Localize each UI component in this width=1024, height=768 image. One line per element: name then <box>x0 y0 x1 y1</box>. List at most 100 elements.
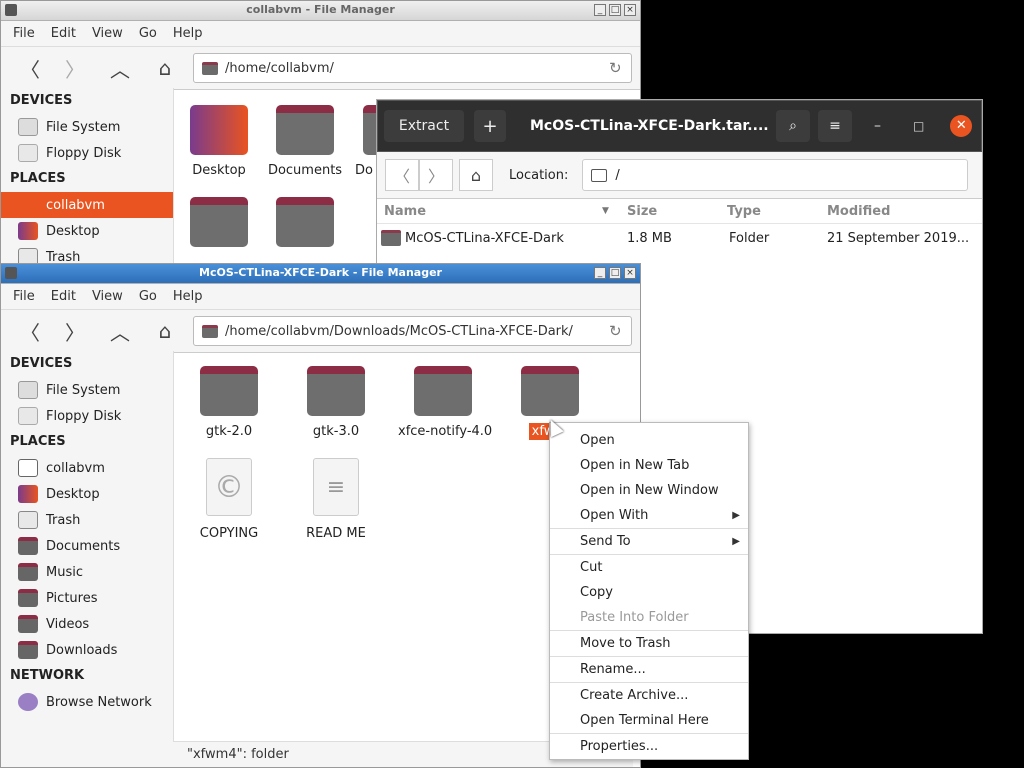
back-toolbar: 〈 〉 ︿ ⌂ /home/collabvm/ ↻ <box>1 47 640 90</box>
col-type[interactable]: Type <box>727 204 827 219</box>
nav-back-icon[interactable]: 〈 <box>385 159 419 191</box>
file-item-documents[interactable]: Documents <box>260 105 350 178</box>
menu-go[interactable]: Go <box>131 289 165 304</box>
menu-icon[interactable]: ≡ <box>818 110 852 142</box>
menu-item-cut[interactable]: Cut <box>550 555 748 580</box>
file-item-gtk3[interactable]: gtk-3.0 <box>291 366 381 439</box>
menu-edit[interactable]: Edit <box>43 26 84 41</box>
menu-item-send-to[interactable]: Send To ▶ <box>550 529 748 554</box>
folder-icon <box>202 324 218 338</box>
desktop-folder-icon <box>18 485 38 503</box>
sidebar-item-trash[interactable]: Trash <box>1 507 173 533</box>
music-folder-icon <box>18 563 38 581</box>
file-item-xfce-notify[interactable]: xfce-notify-4.0 <box>398 366 492 439</box>
maximize-icon[interactable]: □ <box>913 119 924 133</box>
nav-forward-icon[interactable]: 〉 <box>419 159 453 191</box>
front-file-manager-window: McOS-CTLina-XFCE-Dark - File Manager _ □… <box>0 263 641 768</box>
menu-edit[interactable]: Edit <box>43 289 84 304</box>
sidebar-item-file-system[interactable]: File System <box>1 114 173 140</box>
front-titlebar[interactable]: McOS-CTLina-XFCE-Dark - File Manager _ □… <box>1 264 640 284</box>
sidebar-item-desktop[interactable]: Desktop <box>1 218 173 244</box>
home-folder-icon <box>18 196 38 214</box>
reload-icon[interactable]: ↻ <box>609 59 631 77</box>
minimize-icon[interactable]: – <box>874 118 881 134</box>
sidebar-item-documents[interactable]: Documents <box>1 533 173 559</box>
location-field[interactable]: / <box>582 159 969 191</box>
sidebar-item-collabvm[interactable]: collabvm <box>1 455 173 481</box>
sidebar-item-collabvm[interactable]: collabvm <box>1 192 173 218</box>
close-button[interactable]: × <box>624 267 636 279</box>
file-item-desktop[interactable]: Desktop <box>174 105 264 178</box>
menu-help[interactable]: Help <box>165 26 211 41</box>
file-item-copying[interactable]: © COPYING <box>184 458 274 541</box>
menu-go[interactable]: Go <box>131 26 165 41</box>
menu-item-open[interactable]: Open <box>550 428 748 453</box>
sidebar-item-desktop[interactable]: Desktop <box>1 481 173 507</box>
menu-item-properties[interactable]: Properties... <box>550 734 748 759</box>
sidebar-item-floppy[interactable]: Floppy Disk <box>1 403 173 429</box>
menu-item-open-with[interactable]: Open With ▶ <box>550 503 748 528</box>
archive-location-bar: 〈 〉 ⌂ Location: / <box>377 152 982 199</box>
home-icon[interactable]: ⌂ <box>148 316 182 346</box>
up-icon[interactable]: ︿ <box>103 316 137 346</box>
file-item-public[interactable] <box>260 197 350 255</box>
sidebar-item-floppy[interactable]: Floppy Disk <box>1 140 173 166</box>
archive-row[interactable]: McOS-CTLina-XFCE-Dark 1.8 MB Folder 21 S… <box>377 224 982 252</box>
back-location-bar[interactable]: /home/collabvm/ ↻ <box>193 53 632 83</box>
back-titlebar[interactable]: collabvm - File Manager _ □ × <box>1 1 640 21</box>
col-modified[interactable]: Modified <box>827 204 967 219</box>
back-icon[interactable]: 〈 <box>13 316 47 346</box>
up-icon[interactable]: ︿ <box>103 53 137 83</box>
menu-item-open-new-window[interactable]: Open in New Window <box>550 478 748 503</box>
menu-file[interactable]: File <box>5 26 43 41</box>
folder-icon <box>200 366 258 416</box>
sidebar-item-downloads[interactable]: Downloads <box>1 637 173 663</box>
maximize-button[interactable]: □ <box>609 4 621 16</box>
close-icon[interactable]: ✕ <box>950 115 973 137</box>
videos-folder-icon <box>18 615 38 633</box>
file-item-partial[interactable]: Do <box>339 105 383 178</box>
close-button[interactable]: × <box>624 4 636 16</box>
sidebar-item-pictures[interactable]: Pictures <box>1 585 173 611</box>
menu-item-copy[interactable]: Copy <box>550 580 748 605</box>
back-icon[interactable]: 〈 <box>13 53 47 83</box>
sidebar-item-browse-network[interactable]: Browse Network <box>1 689 173 715</box>
network-icon <box>18 693 38 711</box>
menu-item-rename[interactable]: Rename... <box>550 657 748 682</box>
maximize-button[interactable]: □ <box>609 267 621 279</box>
menu-view[interactable]: View <box>84 289 131 304</box>
minimize-button[interactable]: _ <box>594 267 606 279</box>
front-window-title: McOS-CTLina-XFCE-Dark - File Manager <box>199 266 442 279</box>
menu-file[interactable]: File <box>5 289 43 304</box>
menu-item-open-terminal[interactable]: Open Terminal Here <box>550 708 748 733</box>
file-item-pictures[interactable] <box>174 197 264 255</box>
submenu-arrow-icon: ▶ <box>732 510 740 521</box>
forward-icon[interactable]: 〉 <box>58 316 92 346</box>
documents-folder-icon <box>18 537 38 555</box>
nav-home-icon[interactable]: ⌂ <box>459 159 493 191</box>
front-menubar: File Edit View Go Help <box>1 284 640 310</box>
home-icon[interactable]: ⌂ <box>148 53 182 83</box>
menu-item-create-archive[interactable]: Create Archive... <box>550 683 748 708</box>
extract-button[interactable]: Extract <box>384 110 464 142</box>
sidebar-item-file-system[interactable]: File System <box>1 377 173 403</box>
menu-item-move-to-trash[interactable]: Move to Trash <box>550 631 748 656</box>
folder-icon <box>414 366 472 416</box>
col-name[interactable]: Name <box>377 204 602 219</box>
forward-icon[interactable]: 〉 <box>58 53 92 83</box>
sidebar-item-music[interactable]: Music <box>1 559 173 585</box>
sidebar-item-videos[interactable]: Videos <box>1 611 173 637</box>
col-size[interactable]: Size <box>627 204 727 219</box>
menu-help[interactable]: Help <box>165 289 211 304</box>
reload-icon[interactable]: ↻ <box>609 322 631 340</box>
add-button[interactable]: + <box>474 110 506 142</box>
file-item-gtk2[interactable]: gtk-2.0 <box>184 366 274 439</box>
network-header: NETWORK <box>10 668 85 683</box>
front-location-bar[interactable]: /home/collabvm/Downloads/McOS-CTLina-XFC… <box>193 316 632 346</box>
search-icon[interactable]: ⌕ <box>776 110 810 142</box>
folder-icon <box>307 366 365 416</box>
menu-item-open-new-tab[interactable]: Open in New Tab <box>550 453 748 478</box>
file-item-readme[interactable]: ≡ READ ME <box>291 458 381 541</box>
menu-view[interactable]: View <box>84 26 131 41</box>
minimize-button[interactable]: _ <box>594 4 606 16</box>
